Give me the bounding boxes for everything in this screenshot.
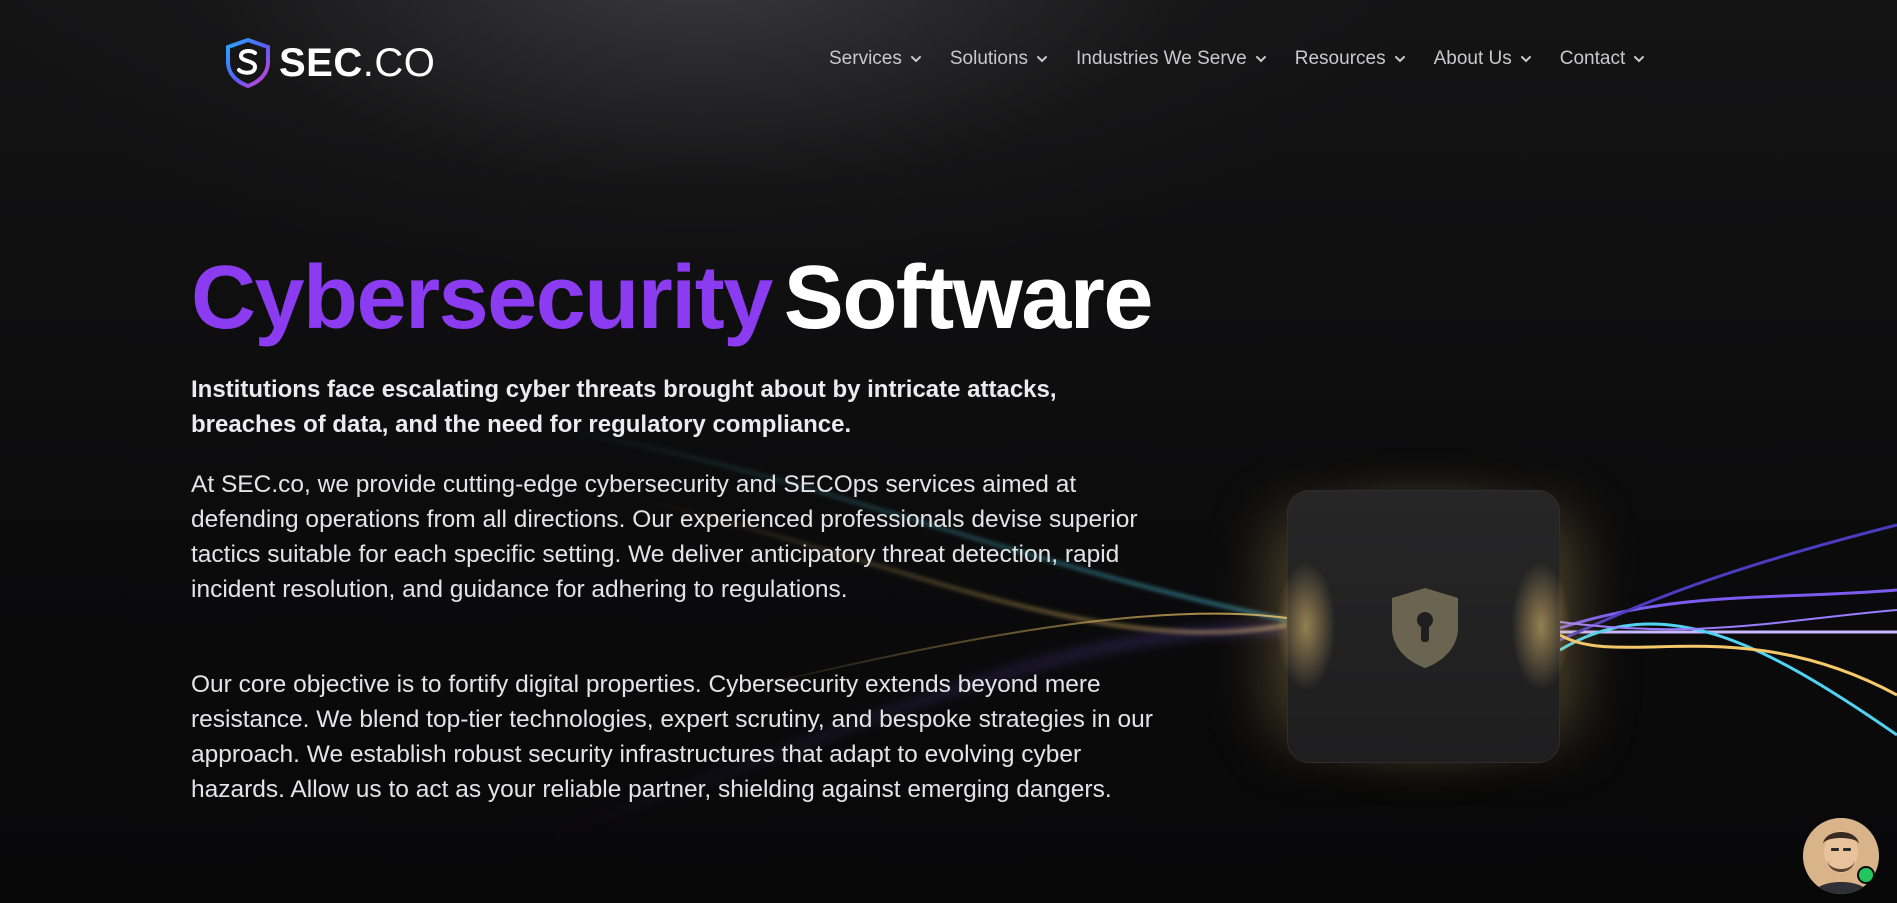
shield-s-logo-icon — [226, 38, 270, 88]
brand-wordmark: SEC.CO — [279, 40, 436, 85]
online-status-dot — [1857, 866, 1875, 884]
card-glow-right — [1511, 561, 1571, 691]
nav-item-about[interactable]: About Us — [1434, 48, 1533, 70]
nav-item-services[interactable]: Services — [829, 48, 923, 70]
nav-item-label: Services — [829, 48, 902, 69]
nav-item-label: Resources — [1294, 48, 1386, 69]
page-title: Cybersecurity Software — [191, 248, 1154, 348]
nav-item-label: About Us — [1433, 48, 1512, 69]
title-rest: Software — [783, 248, 1154, 348]
nav-item-contact[interactable]: Contact — [1560, 48, 1646, 70]
card-glow-left — [1276, 561, 1336, 691]
nav-item-industries[interactable]: Industries We Serve — [1076, 48, 1268, 70]
chevron-down-icon — [1037, 56, 1048, 63]
nav-item-solutions[interactable]: Solutions — [950, 48, 1049, 70]
hero-lead: Institutions face escalating cyber threa… — [191, 376, 1057, 438]
title-highlight: Cybersecurity — [191, 248, 773, 348]
chevron-down-icon — [1255, 56, 1266, 63]
main-nav: Services Solutions Industries We Serve R… — [829, 48, 1646, 70]
hero-paragraph-1: At SEC.co, we provide cutting-edge cyber… — [191, 471, 1138, 603]
hero-paragraph-2: Our core objective is to fortify digital… — [191, 671, 1153, 803]
chevron-down-icon — [1394, 56, 1405, 63]
nav-item-resources[interactable]: Resources — [1295, 48, 1407, 70]
security-lock-card — [1276, 490, 1571, 763]
chevron-down-icon — [910, 56, 921, 63]
shield-lock-icon — [1392, 588, 1458, 668]
nav-item-label: Contact — [1559, 48, 1626, 69]
nav-item-label: Industries We Serve — [1076, 48, 1247, 69]
page: SEC.CO Services Solutions Industries We … — [0, 0, 1897, 903]
chevron-down-icon — [1520, 56, 1531, 63]
brand-logo[interactable]: SEC.CO — [225, 38, 435, 88]
chevron-down-icon — [1634, 56, 1645, 63]
nav-item-label: Solutions — [949, 48, 1029, 69]
